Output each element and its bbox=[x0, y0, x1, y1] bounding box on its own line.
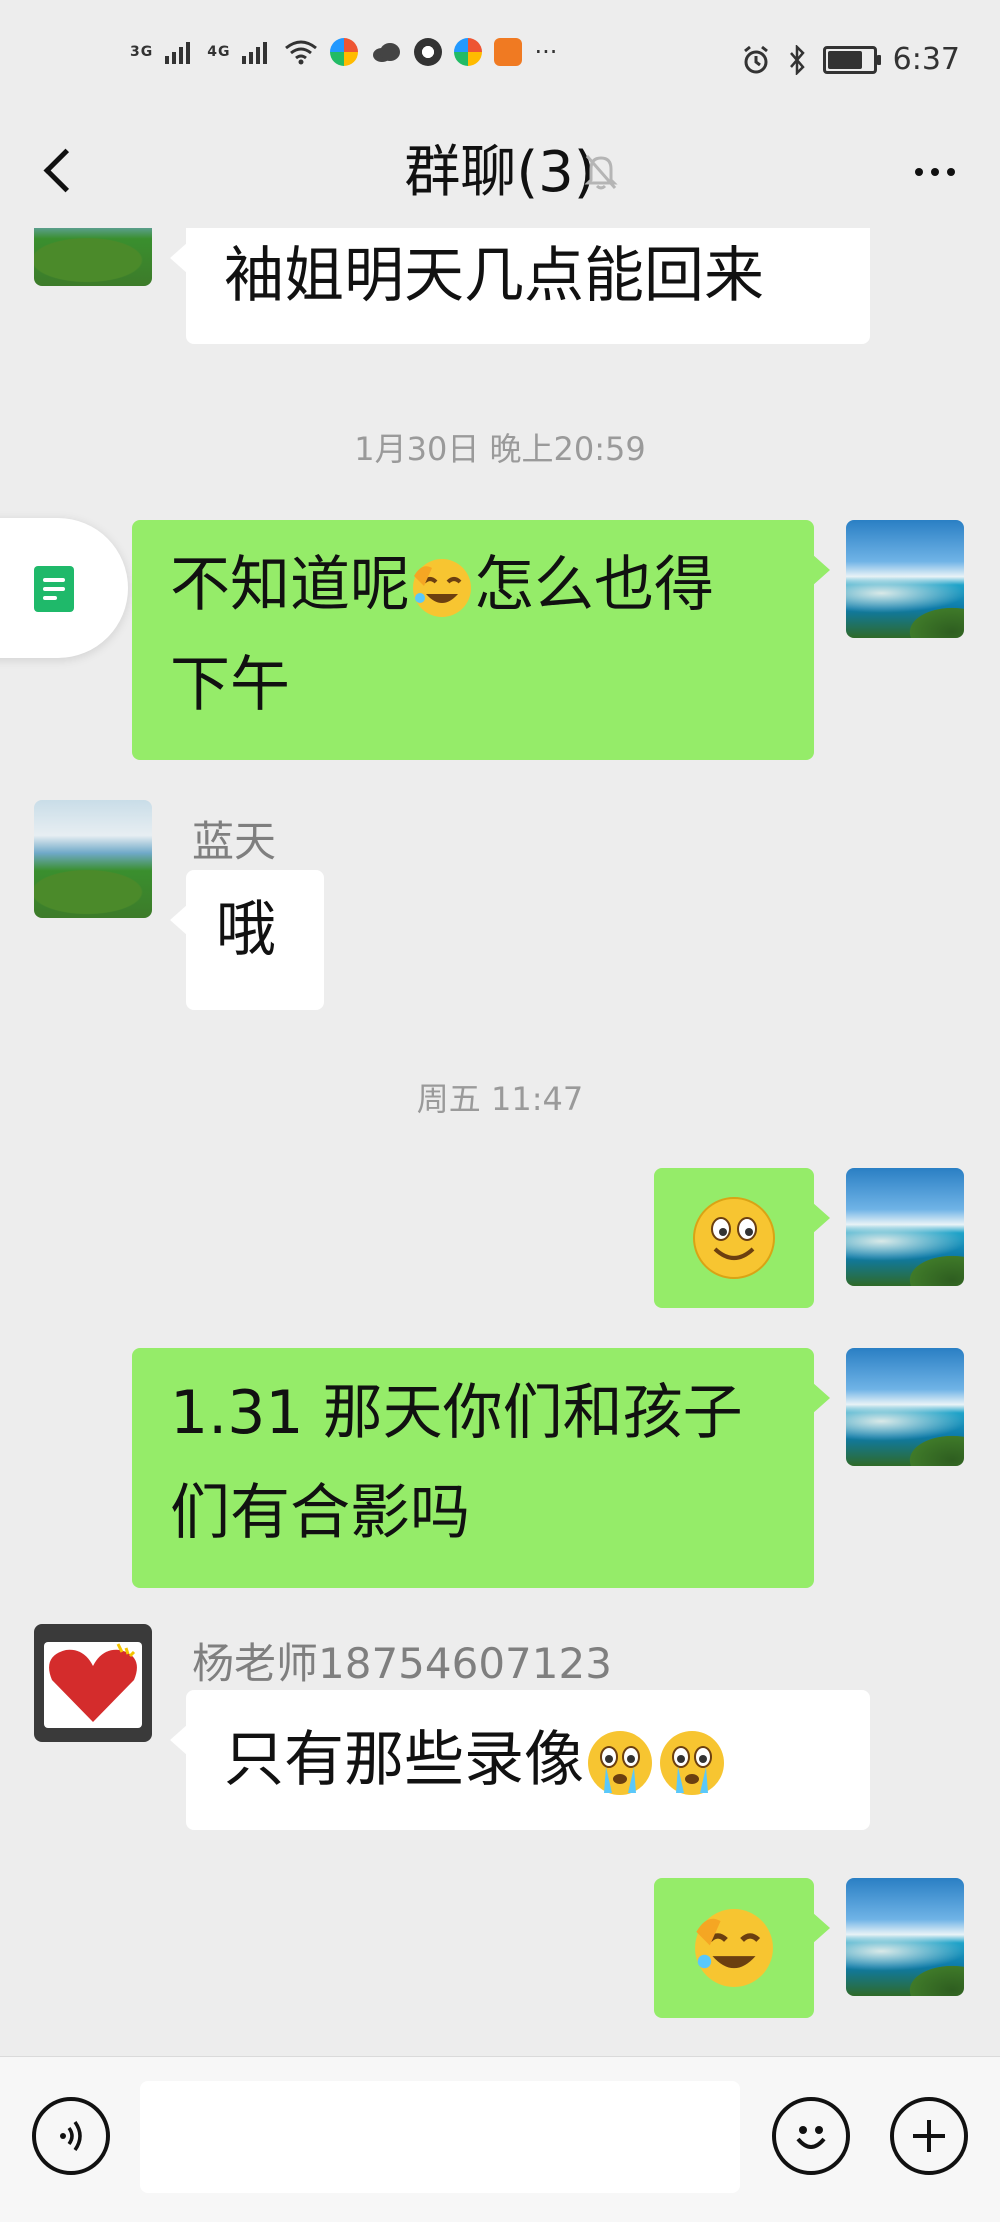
grinning-sweat-emoji-icon bbox=[695, 1909, 773, 1987]
more-options-button[interactable] bbox=[900, 152, 970, 192]
message-bubble-received[interactable]: 袖姐明天几点能回来 bbox=[170, 228, 870, 344]
wifi-icon bbox=[285, 40, 318, 65]
avatar-card bbox=[44, 1642, 142, 1728]
message-input[interactable] bbox=[140, 2081, 740, 2193]
message-bubble-sent[interactable] bbox=[654, 1168, 830, 1308]
chat-header: 群聊(3) bbox=[0, 120, 1000, 228]
app-notification-icon bbox=[414, 38, 443, 66]
more-notifications-indicator: ··· bbox=[534, 38, 558, 66]
avatar[interactable] bbox=[34, 228, 152, 286]
wechat-chat-screen: 3G 4G ··· 6:37 群聊(3) 袖姐明天几点能回来 1月30日 晚上2… bbox=[0, 0, 1000, 2222]
avatar[interactable] bbox=[846, 1348, 964, 1466]
app-notification-icon bbox=[454, 38, 483, 66]
signal-bars-icon bbox=[242, 42, 268, 64]
mute-bell-icon bbox=[584, 155, 618, 190]
status-right: 6:37 bbox=[741, 42, 960, 77]
bluetooth-icon bbox=[789, 44, 805, 75]
message-text-line2: 们有合影吗 bbox=[170, 1478, 470, 1548]
avatar[interactable] bbox=[846, 520, 964, 638]
input-bar bbox=[0, 2056, 1000, 2222]
document-icon bbox=[34, 566, 74, 612]
video-app-icon bbox=[494, 38, 523, 66]
sender-name: 杨老师18754607123 bbox=[192, 1639, 612, 1688]
message-bubble-received[interactable]: 只有那些录像 bbox=[170, 1690, 870, 1830]
message-list[interactable]: 袖姐明天几点能回来 1月30日 晚上20:59 不知道呢 怎么也得 下午 蓝天 哦… bbox=[0, 228, 1000, 2056]
crying-face-emoji-icon bbox=[660, 1731, 724, 1796]
battery-level-fill bbox=[827, 50, 862, 69]
message-text-line2: 下午 bbox=[170, 650, 290, 720]
message-text: 袖姐明天几点能回来 bbox=[224, 241, 764, 311]
signal-3g: 3G bbox=[130, 44, 154, 60]
chat-title: 群聊(3) bbox=[404, 140, 596, 205]
message-text: 1.31 那天你们和孩子 bbox=[170, 1378, 743, 1448]
alarm-icon bbox=[743, 45, 768, 73]
battery-icon bbox=[822, 45, 881, 74]
message-text: 哦 bbox=[216, 895, 276, 965]
plus-icon bbox=[913, 2120, 945, 2152]
voice-icon bbox=[60, 2120, 82, 2152]
emoji-button[interactable] bbox=[772, 2097, 850, 2175]
message-bubble-received[interactable]: 哦 bbox=[170, 870, 324, 1010]
clock-time: 6:37 bbox=[892, 42, 960, 77]
signal-bars-icon bbox=[165, 42, 191, 64]
plus-button[interactable] bbox=[890, 2097, 968, 2175]
smiling-face-emoji-icon bbox=[693, 1197, 775, 1279]
message-bubble-sent[interactable]: 1.31 那天你们和孩子 们有合影吗 bbox=[132, 1348, 830, 1588]
message-text: 只有那些录像 bbox=[224, 1725, 584, 1795]
signal-4g: 4G bbox=[207, 44, 231, 60]
timestamp: 1月30日 晚上20:59 bbox=[354, 430, 646, 468]
cloud-icon bbox=[373, 43, 401, 62]
emoji-icon bbox=[796, 2126, 826, 2149]
crying-face-emoji-icon bbox=[588, 1731, 652, 1796]
sender-name: 蓝天 bbox=[192, 817, 277, 866]
avatar[interactable] bbox=[846, 1878, 964, 1996]
timestamp: 周五 11:47 bbox=[416, 1080, 584, 1118]
grinning-sweat-emoji-icon bbox=[413, 559, 471, 618]
status-left: 3G 4G ··· bbox=[130, 38, 557, 66]
message-text: 不知道呢 怎么也得 bbox=[170, 550, 714, 620]
app-notification-icon bbox=[330, 38, 359, 66]
voice-input-button[interactable] bbox=[32, 2097, 110, 2175]
avatar[interactable] bbox=[846, 1168, 964, 1286]
status-bar: 3G 4G ··· 6:37 bbox=[0, 0, 1000, 120]
message-bubble-sent[interactable]: 不知道呢 怎么也得 下午 bbox=[132, 520, 830, 760]
message-bubble-sent[interactable] bbox=[654, 1878, 830, 2018]
floating-doc-widget[interactable] bbox=[0, 518, 128, 658]
heart-icon bbox=[49, 1643, 137, 1722]
avatar[interactable] bbox=[34, 800, 152, 918]
avatar[interactable] bbox=[34, 1624, 152, 1742]
